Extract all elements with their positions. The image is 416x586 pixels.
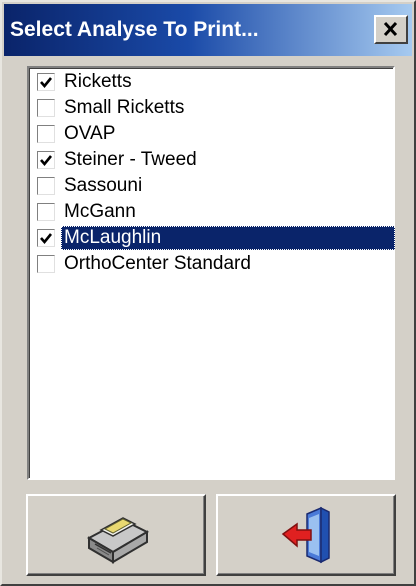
list-item-label: McLaughlin xyxy=(61,226,395,250)
list-item-ricketts[interactable]: Ricketts xyxy=(33,70,393,94)
list-item-small-ricketts[interactable]: Small Ricketts xyxy=(33,96,393,120)
checkbox[interactable] xyxy=(37,255,55,273)
exit-button[interactable] xyxy=(216,494,396,576)
list-item-mcgann[interactable]: McGann xyxy=(33,200,393,224)
checkbox[interactable] xyxy=(37,151,55,169)
list-item-label: Small Ricketts xyxy=(64,97,185,118)
list-item-label: Ricketts xyxy=(64,71,132,92)
close-icon xyxy=(383,21,398,37)
checkbox[interactable] xyxy=(37,203,55,221)
list-item-label: Sassouni xyxy=(64,175,143,196)
checkbox[interactable] xyxy=(37,73,55,91)
list-item-label: OVAP xyxy=(64,123,116,144)
checkmark-icon xyxy=(40,233,53,245)
list-item-orthocenter-standard[interactable]: OrthoCenter Standard xyxy=(33,252,393,276)
print-button[interactable] xyxy=(26,494,206,576)
printer-icon xyxy=(86,517,150,564)
title-bar[interactable]: Select Analyse To Print... xyxy=(4,4,412,56)
checkbox[interactable] xyxy=(37,125,55,143)
checkmark-icon xyxy=(40,155,53,167)
list-item-label: OrthoCenter Standard xyxy=(64,253,251,274)
analysis-list[interactable]: Ricketts Small Ricketts OVAP Steiner - T… xyxy=(27,66,395,480)
list-item-sassouni[interactable]: Sassouni xyxy=(33,174,393,198)
checkbox[interactable] xyxy=(37,99,55,117)
list-item-steiner-tweed[interactable]: Steiner - Tweed xyxy=(33,148,393,172)
list-item-label: Steiner - Tweed xyxy=(64,149,197,170)
checkbox[interactable] xyxy=(37,177,55,195)
exit-door-icon xyxy=(281,506,330,564)
print-dialog: Select Analyse To Print... Ricketts Smal… xyxy=(0,0,416,586)
dialog-title: Select Analyse To Print... xyxy=(10,18,259,41)
list-item-label: McGann xyxy=(64,201,136,222)
list-item-mclaughlin[interactable]: McLaughlin xyxy=(33,226,395,250)
list-item-ovap[interactable]: OVAP xyxy=(33,122,393,146)
checkbox[interactable] xyxy=(37,229,55,247)
close-button[interactable] xyxy=(374,15,408,44)
checkmark-icon xyxy=(40,77,53,89)
